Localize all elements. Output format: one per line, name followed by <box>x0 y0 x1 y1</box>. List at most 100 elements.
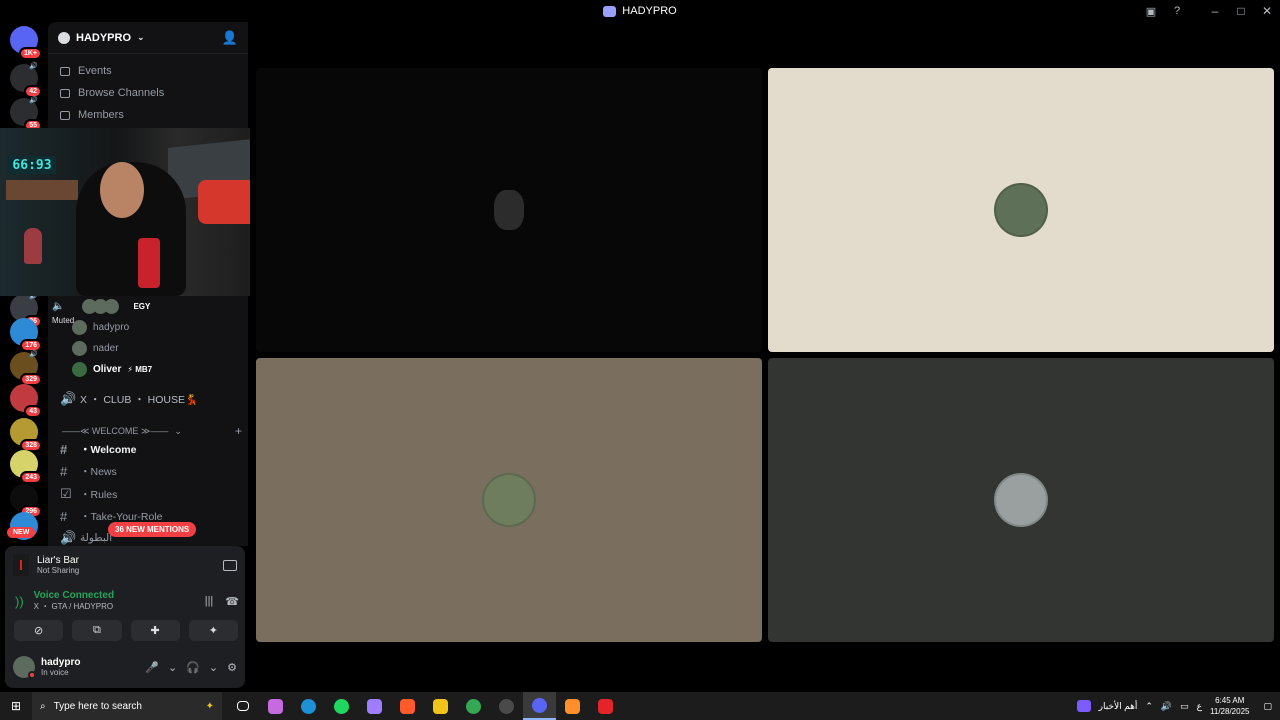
server-icon[interactable]: 🔊 42 <box>10 63 42 98</box>
news-label[interactable]: أهم الأخبار <box>1099 701 1138 712</box>
notifications-icon[interactable]: ▢ <box>1263 701 1272 712</box>
help-icon[interactable]: ? <box>1164 0 1190 22</box>
voice-stage <box>250 22 1280 692</box>
discord-taskbar-icon[interactable] <box>523 692 556 720</box>
discord-icon <box>532 697 547 713</box>
title-bar: HADYPRO ▣ ? – □ ✕ <box>0 0 1280 22</box>
gear-icon[interactable]: ⚙ <box>227 661 237 674</box>
voice-status[interactable]: Voice Connected <box>34 590 114 601</box>
members-link[interactable]: Members <box>48 104 248 126</box>
server-icon[interactable]: 1K+ <box>10 26 42 60</box>
voice-user[interactable]: 🔈 EGY <box>52 296 242 317</box>
voice-channel-club-house[interactable]: 🔊 X ・ CLUB ・ HOUSE💃 <box>48 388 248 410</box>
avatar <box>104 299 120 314</box>
network-icon[interactable]: ▭ <box>1180 701 1189 712</box>
premiere-icon <box>367 698 382 714</box>
add-channel-icon[interactable]: + <box>235 424 242 438</box>
new-servers-badge[interactable]: NEW <box>7 527 36 538</box>
figure-image <box>24 228 42 264</box>
add-member-icon[interactable]: 👤 <box>222 30 238 46</box>
channel-item[interactable]: ☑ ・Rules <box>48 483 248 505</box>
liars-bar-icon <box>598 698 613 714</box>
server-icon[interactable]: 328 <box>10 418 42 452</box>
taskbar: ⊞ ⌕ Type here to search ✦ أهم الأخبار ⌃ … <box>0 692 1280 720</box>
signal-icon[interactable]: )) <box>15 594 24 609</box>
voice-location[interactable]: X ・ GTA / HADYPRO <box>34 601 114 612</box>
camera-off-button[interactable]: ⊘ <box>14 620 64 641</box>
rules-icon: ☑ <box>60 486 72 501</box>
brave-taskbar-icon[interactable] <box>391 692 424 720</box>
sparkle-icon: ✦ <box>205 700 214 712</box>
chevron-up-icon[interactable]: ⌃ <box>1145 701 1153 712</box>
streamer-head-image <box>100 162 144 218</box>
server-icon[interactable]: 🔊 329 <box>10 351 42 386</box>
voice-user-list: 🔈 EGY Muted hadypro nader Oliver ⚡ MB7 <box>52 296 242 380</box>
participant-tile[interactable] <box>256 68 762 352</box>
language-indicator[interactable]: ع <box>1197 701 1202 712</box>
noise-suppression-icon[interactable]: ||| <box>205 595 214 608</box>
sublime-taskbar-icon[interactable] <box>556 692 589 720</box>
microphone-icon[interactable]: 🎤 <box>145 661 159 674</box>
server-icon[interactable]: 296 <box>10 484 42 518</box>
participant-tile[interactable] <box>256 358 762 642</box>
liars-bar-taskbar-icon[interactable] <box>589 692 622 720</box>
minimize-button[interactable]: – <box>1202 0 1228 22</box>
speaker-icon: 🔊 <box>60 391 77 406</box>
new-mentions-badge[interactable]: 36 NEW MENTIONS <box>108 522 197 537</box>
maximize-button[interactable]: □ <box>1228 0 1254 22</box>
server-icon[interactable]: 43 <box>10 384 42 418</box>
shelf-image <box>6 180 78 200</box>
avatar <box>72 341 87 356</box>
share-screen-icon[interactable] <box>223 559 237 571</box>
chrome-taskbar-icon[interactable] <box>457 692 490 720</box>
voice-user[interactable]: Oliver ⚡ MB7 <box>72 359 242 380</box>
soundboard-button[interactable]: ✦ <box>188 620 238 641</box>
copilot-taskbar-icon[interactable] <box>259 692 292 720</box>
disconnect-icon[interactable]: ☎ <box>225 595 239 608</box>
screen-share-button[interactable]: ⧉ <box>72 620 122 641</box>
window-title: HADYPRO <box>603 5 677 17</box>
news-widget-icon[interactable] <box>1076 700 1091 712</box>
edge-taskbar-icon[interactable] <box>292 692 325 720</box>
avatar[interactable] <box>13 656 36 679</box>
guild-header[interactable]: HADYPRO ⌄ 👤 <box>48 22 248 54</box>
spotify-taskbar-icon[interactable] <box>325 692 358 720</box>
chevron-down-icon[interactable]: ⌄ <box>209 661 218 674</box>
chevron-down-icon[interactable]: ⌄ <box>168 661 177 674</box>
activities-button[interactable]: ✚ <box>130 620 180 641</box>
activity-row[interactable]: l Liar's Bar Not Sharing <box>13 552 237 578</box>
voice-user[interactable]: nader <box>72 338 242 359</box>
events-link[interactable]: Events <box>48 60 248 82</box>
speaker-muted-icon: 🔈 <box>52 301 65 312</box>
avatar <box>72 320 87 335</box>
user-row: hadypro In voice 🎤 ⌄ 🎧 ⌄ ⚙ <box>13 656 237 679</box>
files-taskbar-icon[interactable] <box>424 692 457 720</box>
channel-label: البطولة <box>80 532 113 544</box>
taskbar-clock[interactable]: 6:45 AM 11/28/2025 <box>1210 695 1249 717</box>
task-view-taskbar-icon[interactable] <box>226 692 259 720</box>
search-placeholder: Type here to search <box>53 700 142 712</box>
taskbar-search[interactable]: ⌕ Type here to search ✦ <box>32 692 222 720</box>
participant-tile[interactable] <box>768 358 1274 642</box>
browse-channels-link[interactable]: Browse Channels <box>48 82 248 104</box>
game-status: Not Sharing <box>37 566 80 575</box>
server-icon[interactable]: 243 <box>10 450 42 484</box>
channel-item[interactable]: # ・Welcome <box>48 438 248 460</box>
windows-start-icon[interactable]: ⊞ <box>0 692 32 720</box>
category-welcome[interactable]: ——≪ WELCOME ≫—— ⌄ + <box>62 424 242 438</box>
obs-taskbar-icon[interactable] <box>490 692 523 720</box>
voice-user[interactable]: hadypro <box>72 317 242 338</box>
server-icon[interactable]: 🔊 55 <box>10 97 42 132</box>
channel-item[interactable]: # ・News <box>48 460 248 482</box>
volume-icon[interactable]: 🔊 <box>1161 701 1172 712</box>
headphones-icon[interactable]: 🎧 <box>186 661 200 674</box>
close-button[interactable]: ✕ <box>1254 0 1280 22</box>
server-icon[interactable]: 176 <box>10 318 42 352</box>
participant-tile[interactable] <box>768 68 1274 352</box>
voice-user-tag: ⚡ MB7 <box>127 365 153 374</box>
screen-share-icon[interactable]: ▣ <box>1138 0 1164 22</box>
user-name: hadypro <box>41 657 81 668</box>
premiere-taskbar-icon[interactable] <box>358 692 391 720</box>
mention-badge: 1K+ <box>18 47 42 60</box>
channel-label: ・Rules <box>80 488 118 501</box>
